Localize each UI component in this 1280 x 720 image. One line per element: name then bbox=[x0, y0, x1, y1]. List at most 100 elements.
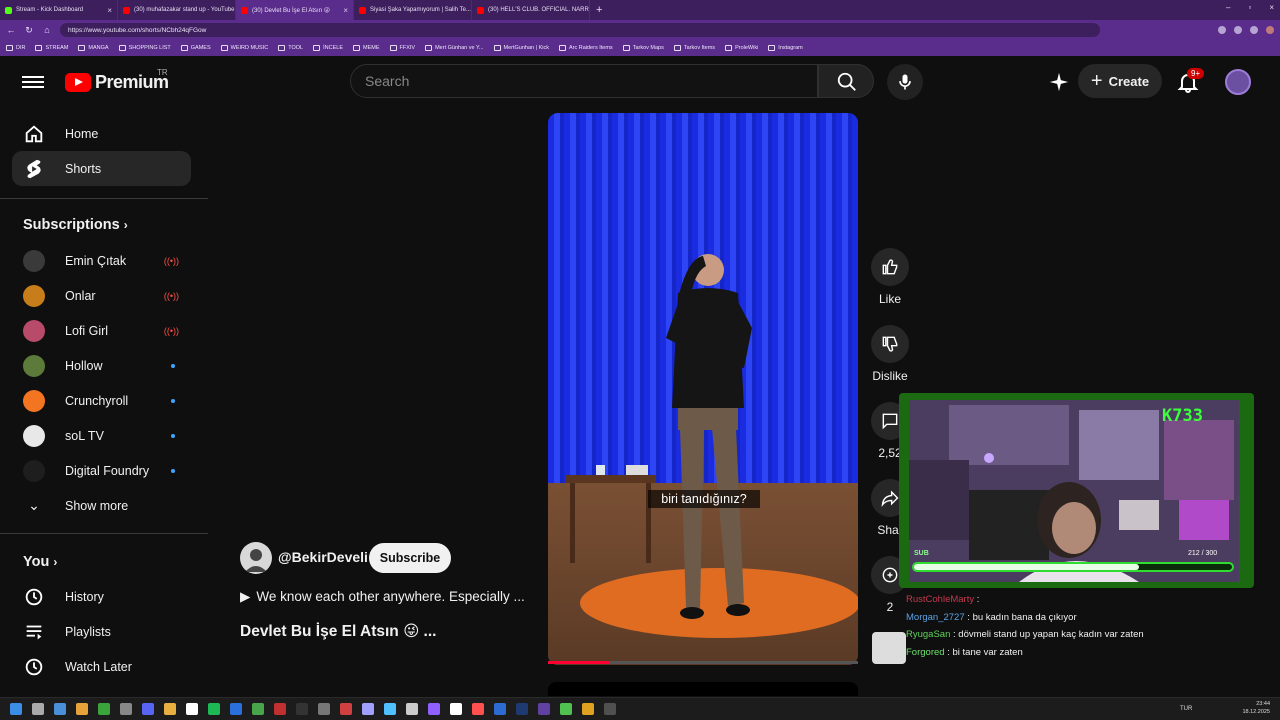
chat-avatar bbox=[872, 632, 906, 664]
taskbar-app-icon[interactable] bbox=[494, 703, 506, 715]
create-button[interactable]: + Create bbox=[1078, 64, 1162, 98]
close-tab-icon[interactable]: × bbox=[343, 6, 348, 15]
sidebar-subscription[interactable]: Emin Çıtak ((•)) bbox=[12, 243, 191, 278]
close-icon[interactable]: × bbox=[1269, 3, 1274, 12]
search-input[interactable]: Search bbox=[350, 64, 818, 98]
reload-icon[interactable]: ↻ bbox=[24, 25, 34, 36]
minimize-icon[interactable]: – bbox=[1226, 3, 1230, 12]
sidebar-subscription[interactable]: Hollow bbox=[12, 348, 191, 383]
browser-tab[interactable]: Siyasi Şaka Yapamıyorum | Salih Te...× bbox=[354, 0, 472, 20]
browser-tab[interactable]: (30) Devlet Bu İşe El Atsın 😜 × bbox=[236, 0, 354, 20]
maximize-icon[interactable]: ▫ bbox=[1248, 3, 1251, 12]
bookmark-item[interactable]: MANGA bbox=[78, 45, 109, 51]
taskbar-app-icon[interactable] bbox=[450, 703, 462, 715]
channel-name[interactable]: @BekirDeveli bbox=[278, 549, 368, 565]
taskbar-app-icon[interactable] bbox=[186, 703, 198, 715]
channel-avatar[interactable] bbox=[240, 542, 272, 574]
extension-icon[interactable] bbox=[1250, 26, 1258, 34]
sidebar-subscription[interactable]: soL TV bbox=[12, 418, 191, 453]
sidebar-subscription[interactable]: Digital Foundry bbox=[12, 453, 191, 488]
video-progress-bar[interactable] bbox=[548, 661, 858, 664]
shorts-video-player[interactable] bbox=[548, 113, 858, 665]
taskbar-app-icon[interactable] bbox=[318, 703, 330, 715]
sidebar-item-history[interactable]: History bbox=[12, 579, 191, 614]
sidebar-item-shorts[interactable]: Shorts bbox=[12, 151, 191, 186]
hamburger-menu-icon[interactable] bbox=[22, 73, 44, 91]
taskbar-app-icon[interactable] bbox=[120, 703, 132, 715]
taskbar-app-icon[interactable] bbox=[98, 703, 110, 715]
sidebar-subscription[interactable]: Onlar ((•)) bbox=[12, 278, 191, 313]
close-tab-icon[interactable]: × bbox=[107, 6, 112, 15]
like-button[interactable]: Like bbox=[870, 248, 910, 306]
gemini-sparkle-icon[interactable] bbox=[1048, 71, 1070, 93]
video-description[interactable]: ▶ We know each other anywhere. Especially… bbox=[240, 589, 525, 605]
dislike-button[interactable]: Dislike bbox=[870, 325, 910, 383]
system-clock[interactable]: 23:44 18.12.2025 bbox=[1242, 700, 1270, 716]
search-button[interactable] bbox=[818, 64, 874, 98]
taskbar-app-icon[interactable] bbox=[230, 703, 242, 715]
taskbar-app-icon[interactable] bbox=[32, 703, 44, 715]
profile-icon[interactable] bbox=[1266, 26, 1274, 34]
bookmark-item[interactable]: STREAM bbox=[35, 45, 68, 51]
subscribe-button[interactable]: Subscribe bbox=[369, 543, 451, 573]
sidebar-subscription[interactable]: Lofi Girl ((•)) bbox=[12, 313, 191, 348]
browser-tab[interactable]: (30) muhafazakar stand up - YouTube× bbox=[118, 0, 236, 20]
voice-search-button[interactable] bbox=[887, 64, 923, 100]
bookmark-item[interactable]: FFXIV bbox=[389, 45, 415, 51]
you-heading[interactable]: You › bbox=[23, 554, 57, 570]
keyboard-language[interactable]: TUR bbox=[1180, 706, 1192, 712]
sidebar-subscription[interactable]: Crunchyroll bbox=[12, 383, 191, 418]
bookmark-item[interactable]: WEIRD MUSIC bbox=[220, 45, 268, 51]
account-avatar[interactable] bbox=[1225, 69, 1251, 95]
bookmark-item[interactable]: MEME bbox=[353, 45, 380, 51]
sidebar-item-watch-later[interactable]: Watch Later bbox=[12, 649, 191, 684]
taskbar-app-icon[interactable] bbox=[274, 703, 286, 715]
bookmark-item[interactable]: DIR bbox=[6, 45, 25, 51]
taskbar-app-icon[interactable] bbox=[208, 703, 220, 715]
browser-tab[interactable]: (30) HELL'S CLUB. OFFICIAL. NARR...× bbox=[472, 0, 590, 20]
bookmark-item[interactable]: ProleWiki bbox=[725, 45, 758, 51]
bookmark-item[interactable]: Arc Raiders Items bbox=[558, 45, 613, 51]
taskbar-app-icon[interactable] bbox=[76, 703, 88, 715]
taskbar-app-icon[interactable] bbox=[142, 703, 154, 715]
taskbar-app-icon[interactable] bbox=[296, 703, 308, 715]
bookmark-item[interactable]: MertGunhan | Kick bbox=[493, 45, 549, 51]
bookmark-item[interactable]: Tarkov Maps bbox=[622, 45, 664, 51]
subscriptions-heading[interactable]: Subscriptions › bbox=[23, 217, 128, 233]
new-tab-button[interactable]: + bbox=[596, 4, 602, 16]
taskbar-app-icon[interactable] bbox=[406, 703, 418, 715]
taskbar-app-icon[interactable] bbox=[538, 703, 550, 715]
bookmark-item[interactable]: Mert Günhan ve Y... bbox=[425, 45, 484, 51]
browser-tab[interactable]: Stream - Kick Dashboard × bbox=[0, 0, 118, 20]
home-icon[interactable]: ⌂ bbox=[42, 25, 52, 35]
bookmark-item[interactable]: TOOL bbox=[278, 45, 303, 51]
bookmark-item[interactable]: İNCELE bbox=[313, 45, 343, 51]
back-icon[interactable]: ← bbox=[6, 25, 16, 35]
taskbar-app-icon[interactable] bbox=[10, 703, 22, 715]
taskbar-app-icon[interactable] bbox=[164, 703, 176, 715]
taskbar-app-icon[interactable] bbox=[516, 703, 528, 715]
video-title[interactable]: Devlet Bu İşe El Atsın 😜 ... bbox=[240, 622, 436, 641]
taskbar-app-icon[interactable] bbox=[560, 703, 572, 715]
taskbar-app-icon[interactable] bbox=[472, 703, 484, 715]
taskbar-app-icon[interactable] bbox=[362, 703, 374, 715]
extension-icon[interactable] bbox=[1218, 26, 1226, 34]
next-short-preview[interactable] bbox=[548, 682, 858, 696]
taskbar-app-icon[interactable] bbox=[428, 703, 440, 715]
taskbar-app-icon[interactable] bbox=[384, 703, 396, 715]
taskbar-app-icon[interactable] bbox=[340, 703, 352, 715]
youtube-premium-logo[interactable]: Premium TR bbox=[65, 68, 169, 93]
sidebar-item-home[interactable]: Home bbox=[12, 116, 191, 151]
taskbar-app-icon[interactable] bbox=[54, 703, 66, 715]
url-bar[interactable]: https://www.youtube.com/shorts/NCbh24qFG… bbox=[60, 23, 1100, 37]
sidebar-item-playlists[interactable]: Playlists bbox=[12, 614, 191, 649]
taskbar-app-icon[interactable] bbox=[604, 703, 616, 715]
bookmark-item[interactable]: Tarkov Items bbox=[673, 45, 715, 51]
bookmark-item[interactable]: Instagram bbox=[768, 45, 803, 51]
taskbar-app-icon[interactable] bbox=[582, 703, 594, 715]
show-more-button[interactable]: ⌄ Show more bbox=[12, 488, 191, 523]
bookmark-item[interactable]: SHOPPING LIST bbox=[118, 45, 171, 51]
taskbar-app-icon[interactable] bbox=[252, 703, 264, 715]
bookmark-item[interactable]: GAMES bbox=[180, 45, 211, 51]
extension-icon[interactable] bbox=[1234, 26, 1242, 34]
